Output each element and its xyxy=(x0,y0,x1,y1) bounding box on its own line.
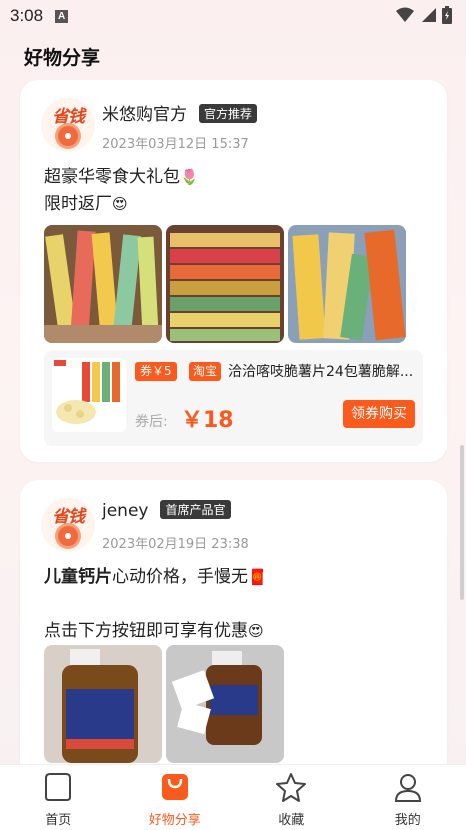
post-photo[interactable] xyxy=(44,645,162,763)
tab-label: 首页 xyxy=(45,813,72,828)
star-icon xyxy=(276,773,307,802)
feed[interactable]: 省钱 米悠购官方 官方推荐 2023年03月12日 15:37 超豪华零食大礼包🌷… xyxy=(0,80,466,764)
username-text: 米悠购官方 xyxy=(102,105,187,125)
wifi-icon xyxy=(396,7,414,22)
home-icon xyxy=(45,773,72,801)
post-text: 超豪华零食大礼包🌷 限时返厂😍 xyxy=(44,164,199,218)
post-photo[interactable] xyxy=(288,225,406,343)
tab-favorites[interactable]: 收藏 xyxy=(233,765,350,830)
product-thumbnail xyxy=(52,358,126,432)
user-icon xyxy=(394,774,421,802)
coupon-badge: 券￥5 xyxy=(135,362,177,381)
signal-icon xyxy=(422,8,436,22)
tab-label: 我的 xyxy=(394,813,421,828)
post-header: 省钱 米悠购官方 官方推荐 2023年03月12日 15:37 xyxy=(20,80,447,152)
user-badge: 官方推荐 xyxy=(199,104,258,123)
shopping-bag-icon xyxy=(161,774,188,800)
avatar[interactable]: 省钱 xyxy=(41,498,95,552)
red-envelope-emoji: 🧧 xyxy=(248,568,267,586)
notification-a-icon: A xyxy=(55,9,69,23)
tab-home[interactable]: 首页 xyxy=(0,765,117,830)
post-line: 点击下方按钮即可享有优惠 xyxy=(44,621,248,641)
username[interactable]: 米悠购官方 官方推荐 xyxy=(102,100,258,125)
get-coupon-button[interactable]: 领券购买 xyxy=(343,400,415,428)
platform-badge: 淘宝 xyxy=(189,362,222,381)
tab-profile[interactable]: 我的 xyxy=(350,765,466,830)
post-photo[interactable] xyxy=(44,225,162,343)
post-highlight: 儿童钙片 xyxy=(44,567,112,587)
avatar-logo-text: 省钱 xyxy=(52,107,85,127)
page-title: 好物分享 xyxy=(24,46,101,69)
tab-label: 收藏 xyxy=(278,813,305,828)
heart-eyes-emoji: 😍 xyxy=(112,195,128,213)
user-badge: 首席产品官 xyxy=(160,500,231,519)
post-photo[interactable] xyxy=(166,225,284,343)
post-date: 2023年03月12日 15:37 xyxy=(102,137,249,152)
product-price: ￥18 xyxy=(181,408,234,433)
post-header: 省钱 jeney 首席产品官 2023年02月19日 23:38 xyxy=(20,480,447,552)
status-time: 3:08 xyxy=(10,6,44,25)
post-photo[interactable] xyxy=(166,645,284,763)
post-text: 儿童钙片心动价格，手慢无🧧 点击下方按钮即可享有优惠😍 xyxy=(44,564,267,645)
flower-icon xyxy=(58,126,78,146)
product-promo[interactable]: 券￥5 淘宝 洽洽喀吱脆薯片24包薯脆解... 券后: ￥18 领券购买 xyxy=(44,350,423,446)
avatar-logo-text: 省钱 xyxy=(52,507,85,527)
flower-icon xyxy=(58,526,78,546)
post-card: 省钱 jeney 首席产品官 2023年02月19日 23:38 儿童钙片心动价格… xyxy=(20,480,447,764)
post-date: 2023年02月19日 23:38 xyxy=(102,537,249,552)
post-line: 心动价格，手慢无 xyxy=(112,567,248,587)
after-coupon-label: 券后: xyxy=(135,414,168,430)
avatar[interactable]: 省钱 xyxy=(41,98,95,152)
post-line: 超豪华零食大礼包 xyxy=(44,167,180,187)
username[interactable]: jeney 首席产品官 xyxy=(102,500,231,521)
post-card: 省钱 米悠购官方 官方推荐 2023年03月12日 15:37 超豪华零食大礼包🌷… xyxy=(20,80,447,462)
heart-eyes-emoji: 😍 xyxy=(248,622,264,640)
tulip-emoji: 🌷 xyxy=(180,168,199,186)
status-bar: 3:08 A xyxy=(0,0,466,32)
username-text: jeney xyxy=(102,501,149,521)
tab-label: 好物分享 xyxy=(148,813,201,828)
product-title: 洽洽喀吱脆薯片24包薯脆解... xyxy=(228,364,414,380)
battery-icon xyxy=(442,6,452,24)
scrollbar[interactable] xyxy=(460,445,464,600)
bottom-tab-bar: 首页 好物分享 收藏 我的 xyxy=(0,764,466,830)
tab-share[interactable]: 好物分享 xyxy=(117,765,234,830)
post-line: 限时返厂 xyxy=(44,194,112,214)
